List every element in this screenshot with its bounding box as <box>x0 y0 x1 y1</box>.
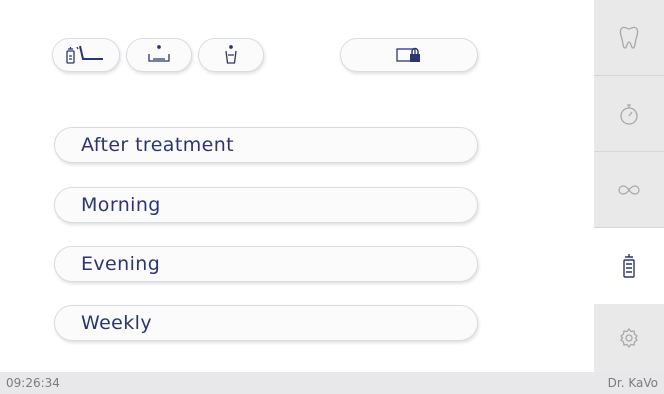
infinity-icon <box>618 184 640 195</box>
program-morning-button[interactable]: Morning <box>54 187 478 223</box>
program-weekly-button[interactable]: Weekly <box>54 305 478 341</box>
sidebar-item-continuous[interactable] <box>594 152 664 228</box>
basin-rinse-button[interactable] <box>126 38 192 72</box>
sidebar <box>594 0 664 372</box>
program-after-treatment-button[interactable]: After treatment <box>54 127 478 163</box>
sidebar-item-treatment[interactable] <box>594 0 664 76</box>
cup-fill-button[interactable] <box>198 38 264 72</box>
tooth-icon <box>619 26 639 49</box>
sidebar-item-hygiene[interactable] <box>594 228 664 304</box>
display-lock-icon <box>396 47 420 62</box>
sidebar-item-settings[interactable] <box>594 304 664 372</box>
user-name: Dr. KaVo <box>607 376 658 390</box>
spray-bottle-icon <box>623 253 635 278</box>
sidebar-item-timer[interactable] <box>594 76 664 152</box>
basin-drop-icon <box>148 45 170 62</box>
main-panel: After treatment Morning Evening Weekly <box>0 0 594 372</box>
stopwatch-icon <box>620 103 638 125</box>
status-bar: 09:26:34 Dr. KaVo <box>0 372 664 394</box>
spray-chair-button[interactable] <box>52 38 120 72</box>
clock-time: 09:26:34 <box>6 376 60 390</box>
program-evening-button[interactable]: Evening <box>54 246 478 282</box>
cup-drop-icon <box>225 45 237 64</box>
spray-chair-icon <box>66 45 103 64</box>
gear-icon <box>620 327 638 349</box>
display-lock-button[interactable] <box>340 38 478 72</box>
